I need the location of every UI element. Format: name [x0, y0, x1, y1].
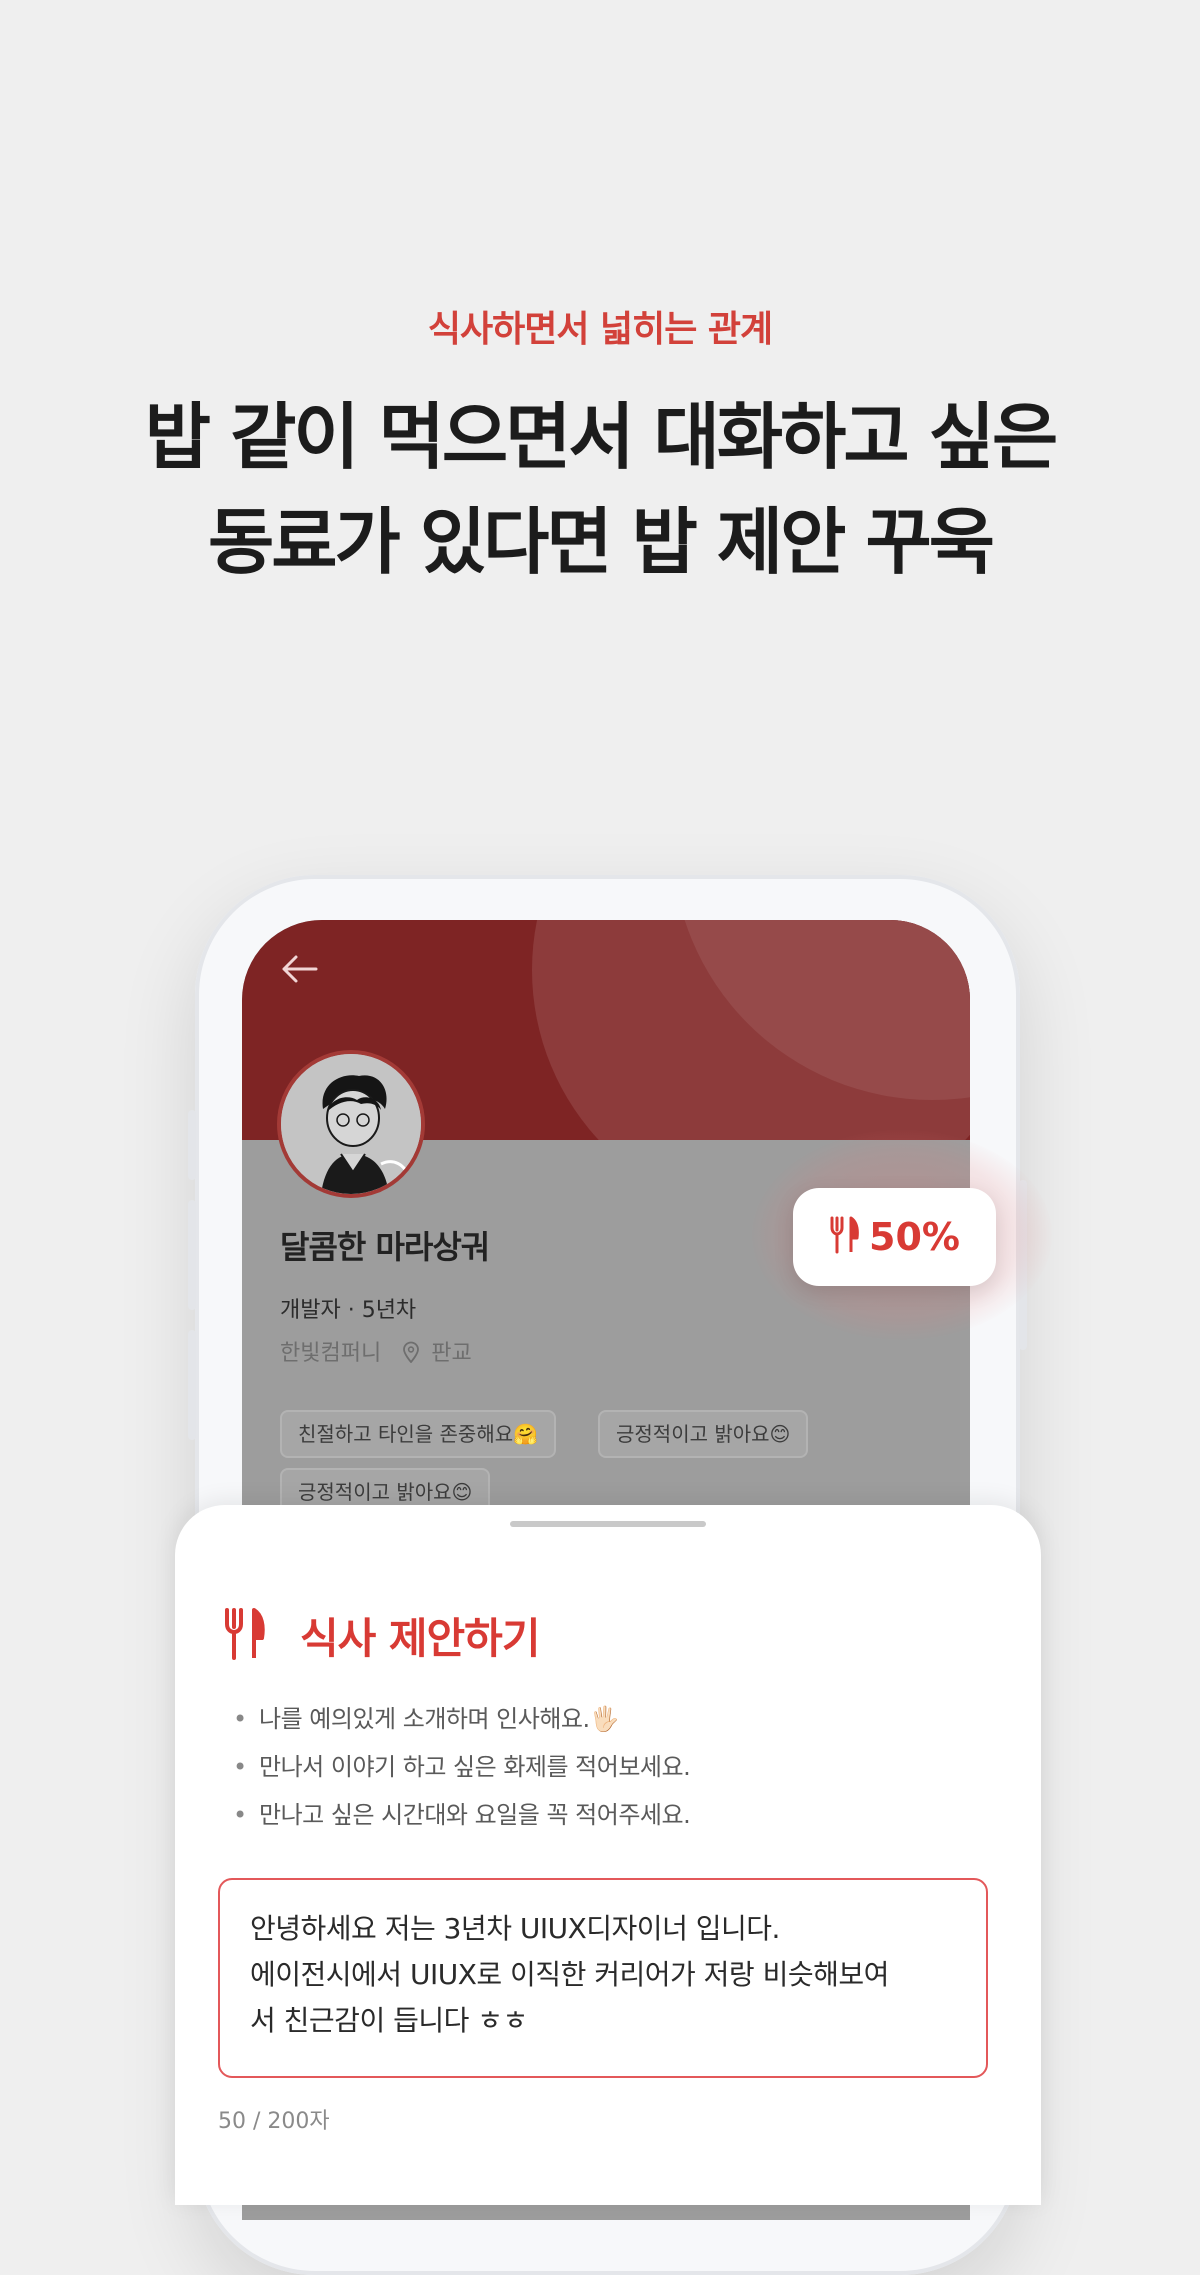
list-item: 만나고 싶은 시간대와 요일을 꼭 적어주세요. — [233, 1791, 691, 1839]
proposal-message-input[interactable]: 안녕하세요 저는 3년차 UIUX디자이너 입니다. 에이전시에서 UIUX로 … — [218, 1878, 988, 2078]
phone-side-button — [188, 1200, 196, 1310]
personality-tag: 친절하고 타인을 존중해요🤗 — [280, 1410, 557, 1458]
sheet-drag-handle[interactable] — [510, 1521, 706, 1527]
proposal-tips-list: 나를 예의있게 소개하며 인사해요.🖐🏻 만나서 이야기 하고 싶은 화제를 적… — [233, 1695, 691, 1839]
profile-name: 달콤한 마라상궈 — [280, 1228, 490, 1266]
meal-rate-value: 50% — [869, 1215, 960, 1259]
phone-side-button — [188, 1330, 196, 1440]
location-name: 판교 — [431, 1341, 472, 1366]
list-item: 만나서 이야기 하고 싶은 화제를 적어보세요. — [233, 1743, 691, 1791]
fork-knife-icon — [223, 1608, 265, 1664]
phone-side-button — [188, 1110, 196, 1180]
meal-proposal-sheet: 식사 제안하기 나를 예의있게 소개하며 인사해요.🖐🏻 만나서 이야기 하고 … — [175, 1505, 1041, 2205]
profile-company-location: 한빛컴퍼니 판교 — [280, 1335, 472, 1369]
profile-role: 개발자 · 5년차 — [280, 1298, 417, 1323]
headline-title: 밥 같이 먹으면서 대화하고 싶은 동료가 있다면 밥 제안 꾸욱 — [144, 395, 1058, 584]
section-kicker: 식사하면서 넓히는 관계 — [427, 309, 773, 350]
sheet-title: 식사 제안하기 — [300, 1614, 540, 1663]
personality-tag: 긍정적이고 밝아요😊 — [598, 1410, 809, 1458]
character-counter: 50 / 200자 — [218, 2109, 330, 2134]
avatar — [277, 1050, 425, 1198]
back-arrow-icon[interactable] — [280, 948, 318, 994]
list-item: 나를 예의있게 소개하며 인사해요.🖐🏻 — [233, 1695, 690, 1743]
company-name: 한빛컴퍼니 — [280, 1341, 382, 1366]
fork-knife-icon — [829, 1216, 859, 1258]
meal-rate-badge: 50% — [793, 1188, 996, 1286]
location-pin-icon — [402, 1341, 420, 1369]
